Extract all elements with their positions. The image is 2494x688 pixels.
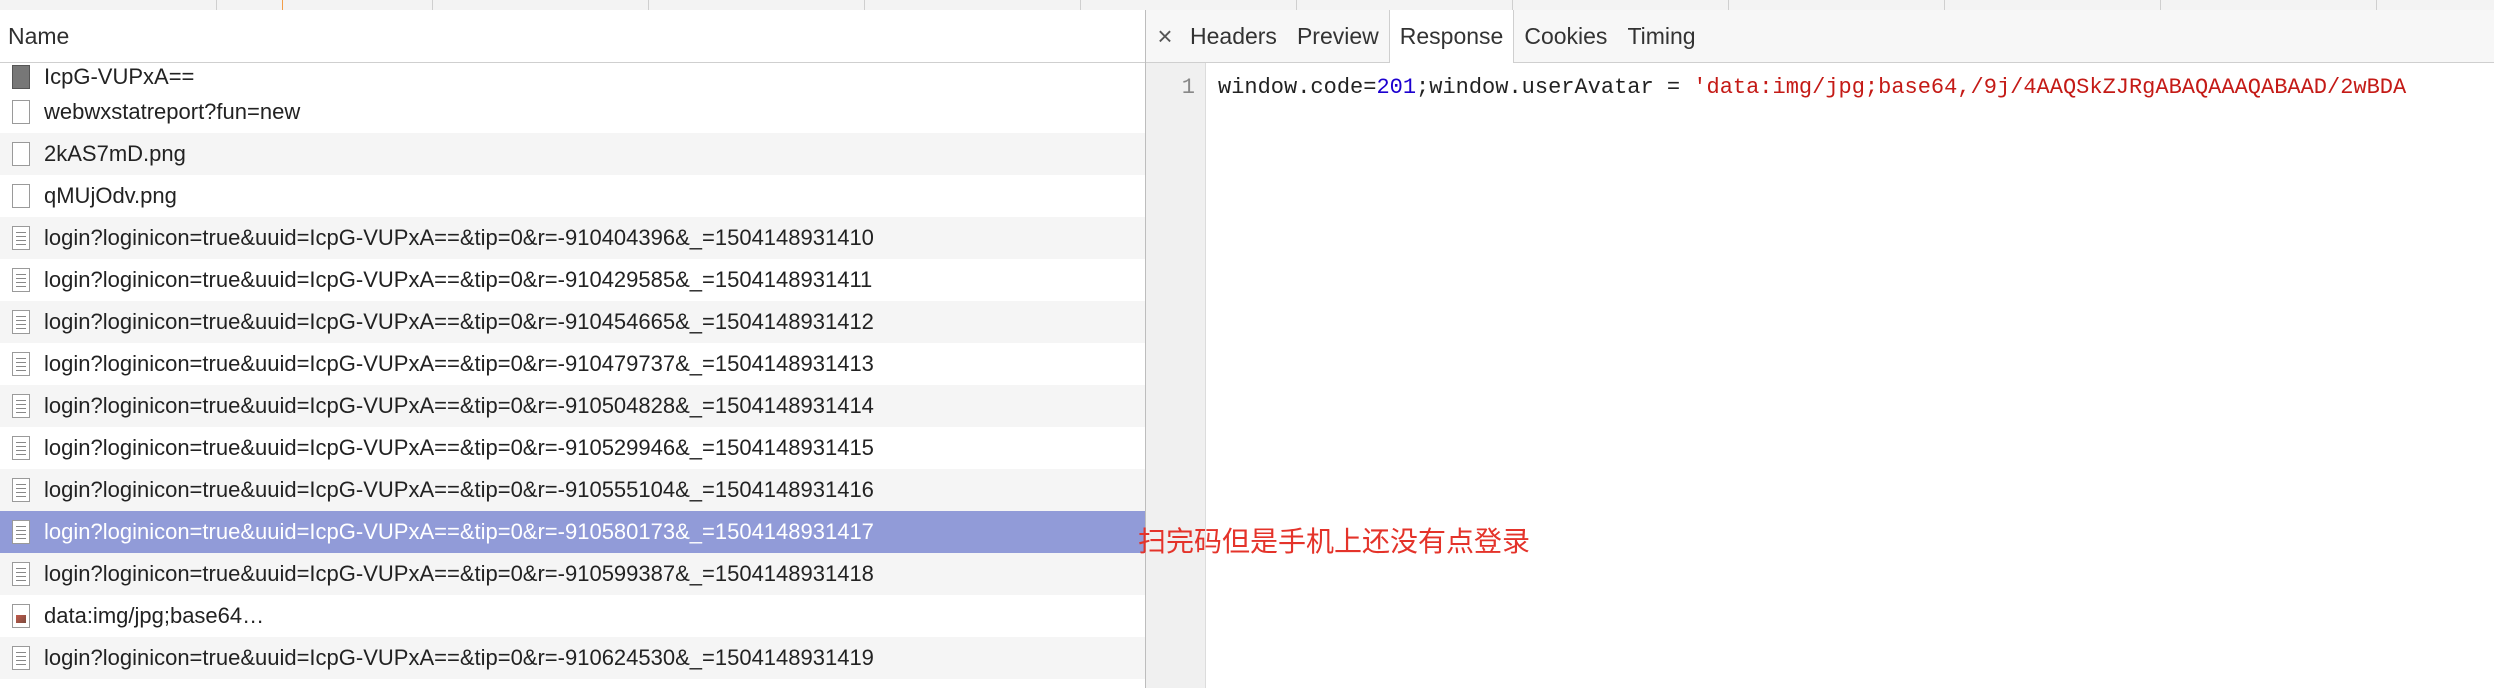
code-text: ;window.userAvatar =	[1416, 75, 1694, 100]
request-row[interactable]: webwxstatreport?fun=new	[0, 91, 1145, 133]
red-annotation-text: 扫完码但是手机上还没有点登录	[1138, 525, 1531, 558]
request-row[interactable]: login?loginicon=true&uuid=IcpG-VUPxA==&t…	[0, 385, 1145, 427]
document-icon	[12, 520, 30, 544]
document-icon	[12, 394, 30, 418]
request-row[interactable]: login?loginicon=true&uuid=IcpG-VUPxA==&t…	[0, 301, 1145, 343]
request-row[interactable]: login?loginicon=true&uuid=IcpG-VUPxA==&t…	[0, 259, 1145, 301]
code-text: window.code=	[1218, 75, 1377, 100]
tab-cookies[interactable]: Cookies	[1514, 10, 1617, 62]
image-icon	[12, 604, 30, 628]
detail-tab-bar: × Headers Preview Response Cookies Timin…	[1146, 10, 2494, 63]
request-name: login?loginicon=true&uuid=IcpG-VUPxA==&t…	[44, 435, 874, 460]
request-detail-pane: × Headers Preview Response Cookies Timin…	[1146, 10, 2494, 688]
document-icon	[12, 562, 30, 586]
timeline-marker	[282, 0, 283, 10]
tab-response[interactable]: Response	[1388, 10, 1515, 63]
request-row[interactable]: login?loginicon=true&uuid=IcpG-VUPxA==&t…	[0, 637, 1145, 679]
tab-timing[interactable]: Timing	[1617, 10, 1705, 62]
request-row[interactable]: IcpG-VUPxA==	[0, 63, 1145, 91]
request-name: login?loginicon=true&uuid=IcpG-VUPxA==&t…	[44, 645, 874, 670]
request-name: login?loginicon=true&uuid=IcpG-VUPxA==&t…	[44, 393, 874, 418]
request-name: IcpG-VUPxA==	[44, 64, 195, 89]
request-row[interactable]: login?loginicon=true&uuid=IcpG-VUPxA==&t…	[0, 343, 1145, 385]
code-number: 201	[1376, 75, 1417, 100]
name-column-header[interactable]: Name	[0, 10, 1145, 63]
code-string: 'data:img/jpg;base64,/9j/4AAQSkZJRgABAQA…	[1693, 75, 2407, 100]
request-name: 2kAS7mD.png	[44, 141, 186, 166]
request-row[interactable]: login?loginicon=true&uuid=IcpG-VUPxA==&t…	[0, 511, 1145, 553]
request-name: login?loginicon=true&uuid=IcpG-VUPxA==&t…	[44, 351, 874, 376]
column-separator	[2160, 0, 2161, 10]
request-row[interactable]: qMUjOdv.png	[0, 175, 1145, 217]
request-name: login?loginicon=true&uuid=IcpG-VUPxA==&t…	[44, 225, 874, 250]
tab-preview[interactable]: Preview	[1287, 10, 1389, 62]
request-name: qMUjOdv.png	[44, 183, 177, 208]
network-request-list: Name IcpG-VUPxA== webwxstatreport?fun=new…	[0, 10, 1146, 688]
request-row[interactable]: login?loginicon=true&uuid=IcpG-VUPxA==&t…	[0, 427, 1145, 469]
tab-headers[interactable]: Headers	[1180, 10, 1287, 62]
request-row[interactable]: login?loginicon=true&uuid=IcpG-VUPxA==&t…	[0, 469, 1145, 511]
line-number: 1	[1181, 75, 1195, 100]
request-name: login?loginicon=true&uuid=IcpG-VUPxA==&t…	[44, 519, 874, 544]
request-name: data:img/jpg;base64…	[44, 603, 265, 628]
document-icon	[12, 268, 30, 292]
request-name: login?loginicon=true&uuid=IcpG-VUPxA==&t…	[44, 309, 874, 334]
column-separator	[1512, 0, 1513, 10]
document-icon	[12, 436, 30, 460]
request-rows: IcpG-VUPxA== webwxstatreport?fun=new 2kAS7…	[0, 63, 1145, 679]
blank-file-icon	[12, 100, 30, 124]
column-separator	[1296, 0, 1297, 10]
document-icon	[12, 478, 30, 502]
dark-file-icon	[12, 65, 30, 89]
request-name: login?loginicon=true&uuid=IcpG-VUPxA==&t…	[44, 477, 874, 502]
request-row[interactable]: login?loginicon=true&uuid=IcpG-VUPxA==&t…	[0, 553, 1145, 595]
request-row[interactable]: data:img/jpg;base64…	[0, 595, 1145, 637]
column-separator	[864, 0, 865, 10]
request-name: webwxstatreport?fun=new	[44, 99, 301, 124]
column-separator	[648, 0, 649, 10]
blank-file-icon	[12, 184, 30, 208]
blank-file-icon	[12, 142, 30, 166]
request-row[interactable]: login?loginicon=true&uuid=IcpG-VUPxA==&t…	[0, 217, 1145, 259]
line-number-gutter: 1	[1146, 63, 1206, 688]
document-icon	[12, 646, 30, 670]
close-icon[interactable]: ×	[1150, 10, 1180, 62]
request-name: login?loginicon=true&uuid=IcpG-VUPxA==&t…	[44, 267, 873, 292]
column-separator	[216, 0, 217, 10]
name-column-label: Name	[8, 22, 70, 49]
column-separator	[1080, 0, 1081, 10]
column-separator	[1944, 0, 1945, 10]
column-separator	[432, 0, 433, 10]
document-icon	[12, 310, 30, 334]
document-icon	[12, 226, 30, 250]
request-row[interactable]: 2kAS7mD.png	[0, 133, 1145, 175]
column-separator	[2376, 0, 2377, 10]
column-separator	[1728, 0, 1729, 10]
response-code-line[interactable]: window.code=201;window.userAvatar = 'dat…	[1218, 75, 2406, 100]
response-body[interactable]: 1 window.code=201;window.userAvatar = 'd…	[1146, 63, 2494, 688]
document-icon	[12, 352, 30, 376]
request-name: login?loginicon=true&uuid=IcpG-VUPxA==&t…	[44, 561, 874, 586]
